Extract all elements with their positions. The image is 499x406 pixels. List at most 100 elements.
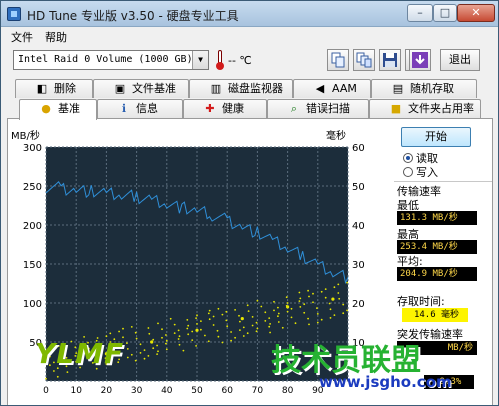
access-time-point [186, 319, 189, 321]
menu-help[interactable]: 帮助 [45, 29, 67, 45]
y-tick-left: 150 [23, 260, 42, 271]
tab-disk-monitor[interactable]: ▥ 磁盘监视器 [189, 79, 293, 98]
tab-benchmark[interactable]: ● 基准 [19, 99, 97, 120]
access-time-point [208, 309, 211, 312]
exit-button[interactable]: 退出 [440, 49, 480, 71]
access-time-point [152, 338, 155, 341]
app-icon [7, 7, 21, 21]
access-time-point [234, 336, 237, 339]
access-time-point [264, 311, 267, 314]
chevron-down-icon[interactable]: ▼ [192, 51, 208, 69]
tab-erase[interactable]: ◧ 删除 [15, 79, 93, 98]
x-tick: 50 [191, 386, 203, 396]
save-button[interactable] [379, 49, 401, 71]
menu-file[interactable]: 文件 [11, 29, 33, 45]
access-time-point [331, 297, 335, 301]
access-time-point [216, 329, 219, 332]
access-time-point [150, 340, 154, 344]
access-time-point [242, 326, 245, 329]
title-bar[interactable]: HD Tune 专业版 v3.50 - 硬盘专业工具 – □ ✕ [1, 1, 498, 27]
window-title: HD Tune 专业版 v3.50 - 硬盘专业工具 [27, 9, 239, 23]
access-time-point [177, 338, 180, 340]
tab-health[interactable]: ✚ 健康 [183, 99, 267, 118]
access-time-point [290, 316, 293, 319]
access-time-point [286, 310, 289, 313]
tab-aam[interactable]: ◀ AAM [293, 79, 371, 98]
access-time-point [156, 344, 159, 347]
access-time-point [303, 311, 306, 314]
start-button[interactable]: 开始 [401, 127, 471, 147]
access-time-point [308, 323, 310, 326]
ylmf-watermark: YLMF [35, 337, 125, 370]
access-time-point [298, 291, 301, 294]
copy-button[interactable] [327, 49, 349, 71]
access-time-point [312, 301, 314, 304]
close-icon: ✕ [471, 6, 481, 19]
download-button[interactable] [409, 49, 431, 71]
access-time-point [161, 328, 163, 331]
access-time-point [157, 322, 159, 325]
tab-file-benchmark[interactable]: ▣ 文件基准 [93, 79, 189, 98]
tab-folder-usage[interactable]: ■ 文件夹占用率 [369, 99, 481, 118]
write-radio[interactable]: 写入 [403, 166, 493, 180]
access-time-point [290, 307, 293, 310]
minimize-button[interactable]: – [407, 4, 433, 22]
tab-info[interactable]: ℹ 信息 [97, 99, 183, 118]
access-time-point [251, 324, 254, 327]
access-time-point [165, 339, 168, 342]
tab-label: 错误扫描 [306, 102, 350, 115]
access-time-point [156, 353, 159, 355]
access-time-point [165, 342, 167, 345]
access-time-point [173, 332, 176, 334]
access-time-point [307, 317, 309, 320]
access-time-point [230, 331, 233, 333]
close-button[interactable]: ✕ [457, 4, 495, 22]
access-time-point [139, 352, 142, 354]
tab-label: 基准 [58, 102, 80, 115]
access-time-point [208, 318, 211, 321]
access-time-point [148, 332, 151, 335]
access-time-point [333, 286, 336, 289]
access-time-point [195, 317, 198, 319]
access-time-point [212, 324, 215, 326]
access-time-point [246, 304, 249, 307]
access-time-point [277, 321, 280, 323]
access-time-label: 存取时间: [397, 295, 445, 308]
access-time-point [303, 303, 306, 306]
access-time-point [226, 325, 229, 328]
access-time-point [268, 317, 271, 319]
access-time-point [286, 302, 289, 304]
access-time-point [298, 300, 301, 302]
drive-select[interactable]: Intel Raid 0 Volume (1000 GB) ▼ [13, 50, 209, 70]
access-time-point [139, 343, 142, 346]
access-time-point [239, 320, 241, 323]
access-time-point [207, 312, 210, 315]
access-time-point [178, 343, 181, 346]
temperature-value: -- ℃ [228, 54, 252, 67]
x-tick: 80 [282, 386, 294, 396]
access-time-point [307, 289, 309, 292]
monitor-icon: ▥ [210, 82, 222, 95]
access-time-point [255, 321, 258, 324]
access-time-point [169, 317, 172, 320]
access-time-point [187, 324, 190, 327]
access-time-point [221, 341, 224, 344]
access-time-point [122, 327, 124, 330]
access-time-point [255, 330, 258, 333]
avg-value: 204.9 MB/秒 [397, 267, 477, 281]
random-access-icon: ▤ [392, 82, 404, 95]
access-time-point [273, 300, 275, 303]
copy-all-button[interactable] [353, 49, 375, 71]
read-radio[interactable]: 读取 [403, 152, 493, 166]
tab-error-scan[interactable]: ⌕ 错误扫描 [267, 99, 369, 118]
x-tick: 10 [70, 386, 82, 396]
access-time-point [312, 292, 314, 295]
y-tick-right: 60 [352, 143, 365, 154]
access-time-point [338, 297, 341, 300]
access-time-point [147, 327, 150, 329]
access-time-point [204, 334, 206, 337]
tab-random-access[interactable]: ▤ 随机存取 [371, 79, 477, 98]
access-time-point [269, 323, 271, 325]
maximize-button[interactable]: □ [433, 4, 457, 22]
menu-bar: 文件 帮助 [1, 27, 498, 45]
